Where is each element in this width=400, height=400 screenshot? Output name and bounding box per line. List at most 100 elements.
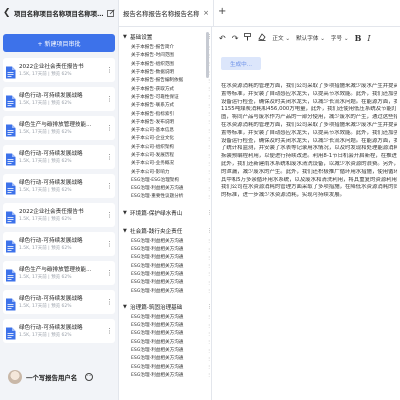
outline-item[interactable]: ESG治理-利益相关方沟通 ⋮ bbox=[131, 371, 211, 379]
outline-item[interactable]: 关于本公司-业务概况 ⋮ bbox=[131, 159, 211, 167]
outline-item[interactable]: ESG治理-利益相关方沟通 ⋮ bbox=[131, 278, 211, 286]
redo-icon[interactable]: ↷ bbox=[232, 34, 239, 43]
more-icon[interactable]: ⋮ bbox=[207, 144, 211, 149]
outline-item[interactable]: 关于本公司-组织架构 ⋮ bbox=[131, 143, 211, 151]
more-icon[interactable]: ⋮ bbox=[106, 95, 113, 103]
document-card[interactable]: 绿色行动-可持续发展战略 1.5K, 17天前 | 预览 62% ⋮ bbox=[3, 145, 115, 169]
outline-section[interactable]: ▼ 社会篇-践行央企责任 ⋮ bbox=[121, 225, 211, 237]
close-icon[interactable]: × bbox=[203, 9, 209, 17]
bold-button[interactable]: B bbox=[355, 33, 362, 43]
more-icon[interactable]: ⋮ bbox=[207, 263, 211, 268]
more-icon[interactable]: ⋮ bbox=[207, 323, 211, 328]
generating-button[interactable]: 生成中... bbox=[221, 57, 261, 70]
document-body[interactable]: 在水资源消耗的管理方面，我们公司采取了多项措施来减少废水产生并提高水资源 置等标准… bbox=[221, 83, 397, 200]
more-icon[interactable]: ⋮ bbox=[207, 348, 211, 353]
paragraph-style-select[interactable]: 正文 ⌄ bbox=[272, 34, 290, 42]
outline-item[interactable]: ESG治理-利益相关方沟通 ⋮ bbox=[131, 338, 211, 346]
more-icon[interactable]: ⋮ bbox=[207, 78, 211, 83]
document-card[interactable]: 绿色行动-可持续发展战略 1.5K, 17天前 | 预览 62% ⋮ bbox=[3, 174, 115, 198]
more-icon[interactable]: ⋮ bbox=[207, 288, 211, 293]
more-icon[interactable]: ⋮ bbox=[106, 182, 113, 190]
undo-icon[interactable]: ↶ bbox=[219, 34, 226, 43]
expand-arrow-icon[interactable]: ▼ bbox=[123, 210, 128, 216]
more-icon[interactable]: ⋮ bbox=[207, 271, 211, 276]
more-options-icon[interactable]: ··· bbox=[85, 373, 94, 381]
edit-icon[interactable] bbox=[107, 9, 115, 17]
outline-section[interactable]: ▼ 基础设置 ⋮ bbox=[121, 31, 211, 43]
font-size-select[interactable]: 字号 ⌄ bbox=[331, 34, 349, 42]
outline-item[interactable]: ESG治理-利益相关方沟通 ⋮ bbox=[131, 184, 211, 192]
more-icon[interactable]: ⋮ bbox=[106, 66, 113, 74]
more-icon[interactable]: ⋮ bbox=[207, 194, 211, 199]
outline-item[interactable]: ESG治理-利益相关方沟通 ⋮ bbox=[131, 363, 211, 371]
outline-scrollbar[interactable] bbox=[206, 32, 209, 78]
more-icon[interactable]: ⋮ bbox=[207, 103, 211, 108]
more-icon[interactable]: ⋮ bbox=[207, 169, 211, 174]
more-icon[interactable]: ⋮ bbox=[106, 211, 113, 219]
more-icon[interactable]: ⋮ bbox=[207, 364, 211, 369]
new-approval-button[interactable]: + 新建项目审批 bbox=[3, 34, 115, 52]
outline-item[interactable]: ESG治理-利益相关方沟通 ⋮ bbox=[131, 329, 211, 337]
outline-item[interactable]: 关于本报告-组织范围 ⋮ bbox=[131, 60, 211, 68]
outline-item[interactable]: ESG治理-利益相关方沟通 ⋮ bbox=[131, 270, 211, 278]
more-icon[interactable]: ⋮ bbox=[207, 304, 211, 310]
more-icon[interactable]: ⋮ bbox=[207, 255, 211, 260]
outline-item[interactable]: ESG治理-利益相关方沟通 ⋮ bbox=[131, 253, 211, 261]
more-icon[interactable]: ⋮ bbox=[207, 372, 211, 377]
outline-item[interactable]: 关于本报告-报告编制依据 ⋮ bbox=[131, 76, 211, 84]
expand-arrow-icon[interactable]: ▼ bbox=[123, 228, 128, 234]
more-icon[interactable]: ⋮ bbox=[207, 161, 211, 166]
more-icon[interactable]: ⋮ bbox=[207, 210, 211, 216]
more-icon[interactable]: ⋮ bbox=[207, 86, 211, 91]
more-icon[interactable]: ⋮ bbox=[207, 153, 211, 158]
expand-arrow-icon[interactable]: ▼ bbox=[123, 304, 128, 310]
outline-item[interactable]: 关于本报告-时间范围 ⋮ bbox=[131, 51, 211, 59]
more-icon[interactable]: ⋮ bbox=[207, 280, 211, 285]
format-painter-icon[interactable] bbox=[244, 33, 252, 43]
more-icon[interactable]: ⋮ bbox=[207, 339, 211, 344]
more-icon[interactable]: ⋮ bbox=[106, 153, 113, 161]
more-icon[interactable]: ⋮ bbox=[207, 314, 211, 319]
outline-item[interactable]: ESG治理-利益相关方沟通 ⋮ bbox=[131, 354, 211, 362]
document-card[interactable]: 绿色生产与碳排放管理技能... 1.5K, 17天前 | 预览 62% ⋮ bbox=[3, 116, 115, 140]
more-icon[interactable]: ⋮ bbox=[207, 94, 211, 99]
outline-item[interactable]: 关于本公司-基本信息 ⋮ bbox=[131, 126, 211, 134]
more-icon[interactable]: ⋮ bbox=[207, 238, 211, 243]
outline-item[interactable]: 关于本报告-可靠性保证 ⋮ bbox=[131, 93, 211, 101]
outline-item[interactable]: ESG治理-ESG治理架构 ⋮ bbox=[131, 176, 211, 184]
document-card[interactable]: 绿色行动-可持续发展战略 1.5K, 17天前 | 预览 62% ⋮ bbox=[3, 290, 115, 314]
more-icon[interactable]: ⋮ bbox=[106, 269, 113, 277]
more-icon[interactable]: ⋮ bbox=[207, 228, 211, 234]
italic-button[interactable]: I bbox=[367, 34, 370, 43]
more-icon[interactable]: ⋮ bbox=[207, 177, 211, 182]
document-card[interactable]: 2022企业社会责任报告书 1.5K, 17天前 | 预览 62% ⋮ bbox=[3, 203, 115, 227]
user-profile[interactable]: 一个写报告用户名 ··· bbox=[8, 368, 112, 386]
outline-item[interactable]: 关于本公司-影响力 ⋮ bbox=[131, 167, 211, 175]
more-icon[interactable]: ⋮ bbox=[207, 186, 211, 191]
more-icon[interactable]: ⋮ bbox=[207, 247, 211, 252]
more-icon[interactable]: ⋮ bbox=[106, 327, 113, 335]
document-card[interactable]: 绿色生产与碳排放管理技能... 1.5K, 17天前 | 预览 62% ⋮ bbox=[3, 261, 115, 285]
more-icon[interactable]: ⋮ bbox=[207, 331, 211, 336]
outline-section[interactable]: ▼ 环境篇-保护绿水青山 ⋮ bbox=[121, 207, 211, 219]
more-icon[interactable]: ⋮ bbox=[207, 111, 211, 116]
outline-item[interactable]: ESG治理-利益相关方沟通 ⋮ bbox=[131, 346, 211, 354]
more-icon[interactable]: ⋮ bbox=[106, 298, 113, 306]
outline-section[interactable]: ▼ 治理篇-筑固治理基础 ⋮ bbox=[121, 301, 211, 313]
document-card[interactable]: 2022企业社会责任报告书 1.5K, 17天前 | 预览 62% ⋮ bbox=[3, 58, 115, 82]
more-icon[interactable]: ⋮ bbox=[106, 240, 113, 248]
more-icon[interactable]: ⋮ bbox=[207, 119, 211, 124]
more-icon[interactable]: ⋮ bbox=[207, 356, 211, 361]
more-icon[interactable]: ⋮ bbox=[207, 136, 211, 141]
back-arrow-icon[interactable]: ❮ bbox=[3, 8, 11, 18]
outline-item[interactable]: 关于本报告-获取方式 ⋮ bbox=[131, 84, 211, 92]
font-family-select[interactable]: 默认字体 ⌄ bbox=[296, 34, 325, 42]
outline-item[interactable]: 关于本报告-报告简介 ⋮ bbox=[131, 43, 211, 51]
document-card[interactable]: 绿色行动-可持续发展战略 1.5K, 17天前 | 预览 62% ⋮ bbox=[3, 87, 115, 111]
outline-item[interactable]: ESG治理-利益相关方沟通 ⋮ bbox=[131, 245, 211, 253]
outline-item[interactable]: 关于本公司-发展历程 ⋮ bbox=[131, 151, 211, 159]
outline-item[interactable]: ESG治理-利益相关方沟通 ⋮ bbox=[131, 313, 211, 321]
outline-item[interactable]: ESG治理-利益相关方沟通 ⋮ bbox=[131, 321, 211, 329]
outline-item[interactable]: 关于本报告-联系方式 ⋮ bbox=[131, 101, 211, 109]
outline-item[interactable]: ESG治理-利益相关方沟通 ⋮ bbox=[131, 286, 211, 294]
